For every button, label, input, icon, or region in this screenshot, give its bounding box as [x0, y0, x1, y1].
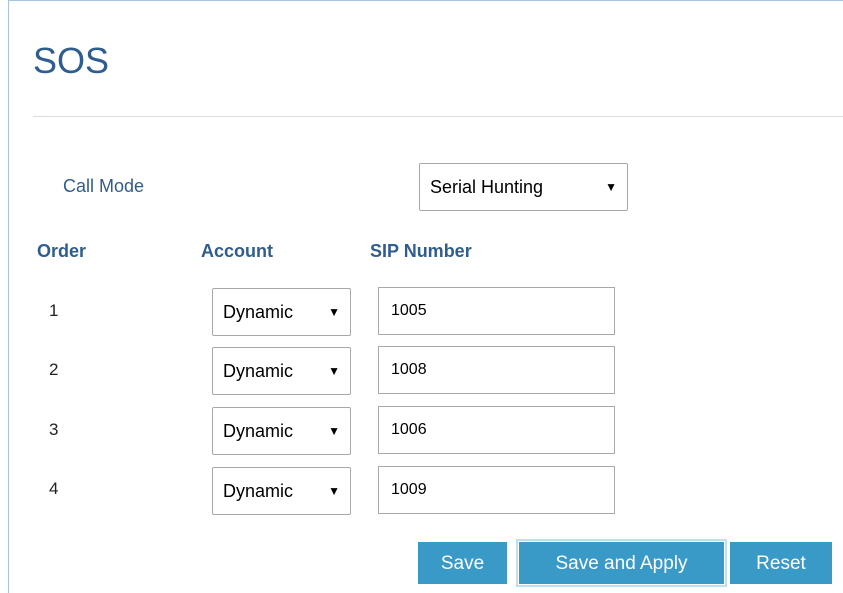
account-select-value: Dynamic — [223, 301, 294, 322]
account-select-value: Dynamic — [223, 420, 294, 441]
account-column-header: Account — [201, 241, 273, 261]
sip-number-input[interactable] — [378, 406, 615, 454]
save-and-apply-button[interactable]: Save and Apply — [516, 539, 727, 587]
call-mode-label: Call Mode — [63, 176, 145, 196]
sip-number-input[interactable] — [378, 346, 615, 394]
sip-number-input[interactable] — [378, 466, 615, 514]
caret-down-icon: ▼ — [328, 305, 340, 319]
account-select[interactable]: Dynamic ▼ — [212, 407, 351, 455]
reset-button[interactable]: Reset — [730, 542, 832, 584]
sip-number-column-header: SIP Number — [370, 241, 472, 261]
sos-panel: SOS Call Mode Serial Hunting ▼ Order Acc… — [8, 0, 843, 593]
order-number: 1 — [49, 301, 59, 320]
account-select-value: Dynamic — [223, 480, 294, 501]
page-title: SOS — [33, 40, 110, 81]
order-number: 3 — [49, 420, 59, 439]
account-select-value: Dynamic — [223, 360, 294, 381]
caret-down-icon: ▼ — [328, 424, 340, 438]
account-select[interactable]: Dynamic ▼ — [212, 467, 351, 515]
call-mode-select[interactable]: Serial Hunting ▼ — [419, 163, 628, 211]
caret-down-icon: ▼ — [328, 484, 340, 498]
order-number: 2 — [49, 360, 59, 379]
call-mode-select-value: Serial Hunting — [430, 176, 544, 197]
sip-number-input[interactable] — [378, 287, 615, 335]
account-select[interactable]: Dynamic ▼ — [212, 288, 351, 336]
order-number: 4 — [49, 479, 59, 498]
account-select[interactable]: Dynamic ▼ — [212, 347, 351, 395]
caret-down-icon: ▼ — [328, 364, 340, 378]
order-column-header: Order — [37, 241, 87, 261]
title-divider — [33, 116, 843, 117]
save-button[interactable]: Save — [418, 542, 507, 584]
caret-down-icon: ▼ — [605, 180, 617, 194]
